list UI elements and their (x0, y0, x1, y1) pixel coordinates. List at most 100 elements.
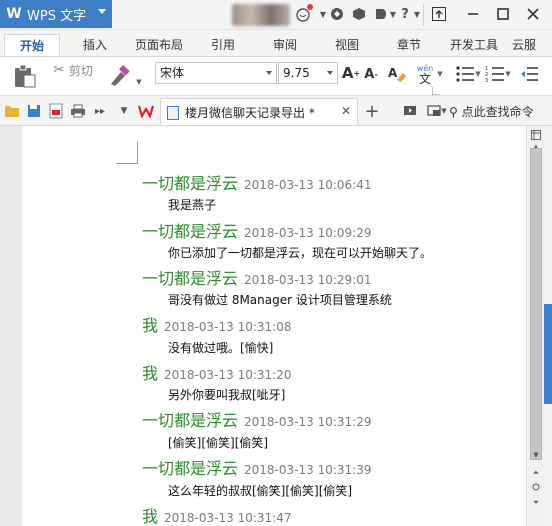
title-bar: W WPS 文字 ▼ ▼ ? ▼ (0, 0, 552, 30)
scroll-down-arrow-icon[interactable]: ▼ (529, 448, 543, 462)
sender-name: 一切都是浮云 (142, 269, 239, 288)
tab-home[interactable]: 开始 (4, 34, 60, 56)
tab-developer[interactable]: 开发工具 (444, 34, 504, 56)
chevron-down-icon (327, 71, 333, 75)
document-tab-title: 楼月微信聊天记录导出 * (185, 106, 315, 120)
grow-font-button[interactable]: A + (342, 63, 360, 83)
message-text: 你已添加了一切都是浮云，现在可以开始聊天了。 (168, 246, 433, 260)
command-search-label: 点此查找命令 (461, 105, 534, 119)
message-header: 一切都是浮云 2018-03-13 10:09:29 (142, 218, 371, 242)
wps-red-logo-icon[interactable] (138, 103, 154, 119)
separator (423, 4, 424, 26)
avatar[interactable] (232, 4, 290, 26)
numbered-list-button[interactable]: 123 (484, 63, 506, 85)
message-header: 一切都是浮云 2018-03-13 10:31:39 (142, 455, 371, 479)
timestamp: 2018-03-13 10:31:08 (164, 320, 292, 334)
margin-corner-mark (116, 142, 138, 164)
side-panel-toggle[interactable] (544, 304, 552, 404)
skin-icon[interactable] (294, 4, 313, 23)
message-header: 一切都是浮云 2018-03-13 10:29:01 (142, 265, 371, 289)
tab-page-layout[interactable]: 页面布局 (130, 34, 188, 56)
menu-bar: 开始 插入 页面布局 引用 审阅 视图 章节 开发工具 云服 (0, 30, 552, 56)
tab-sections[interactable]: 章节 (386, 34, 432, 56)
shield-icon[interactable] (328, 5, 346, 23)
document-icon (167, 106, 179, 120)
timestamp: 2018-03-13 10:31:39 (244, 463, 372, 477)
cube-icon[interactable] (350, 5, 368, 23)
tab-references[interactable]: 引用 (200, 34, 246, 56)
message-header: 一切都是浮云 2018-03-13 10:31:29 (142, 407, 371, 431)
font-size-select[interactable]: 9.75 (278, 62, 338, 84)
chevron-down-icon[interactable]: ▼ (116, 103, 132, 119)
bullet-list-button[interactable] (454, 63, 476, 85)
sender-name: 我 (142, 316, 159, 335)
svg-text:A: A (388, 66, 398, 80)
document-tab[interactable]: 楼月微信聊天记录导出 * ✕ (160, 98, 358, 125)
cut-button[interactable]: ✂ 剪切 (44, 61, 102, 79)
tab-view[interactable]: 视图 (324, 34, 370, 56)
scrollbar-thumb[interactable] (530, 148, 542, 460)
wps-logo-icon: W (6, 6, 22, 22)
message-text: 我是燕子 (168, 198, 217, 212)
command-search[interactable]: ⚲ 点此查找命令 (449, 103, 534, 120)
sender-name: 一切都是浮云 (142, 174, 239, 193)
notification-dot (307, 4, 313, 10)
message-header: 我 2018-03-13 10:31:47 (142, 503, 291, 526)
close-button[interactable] (520, 2, 546, 26)
sender-name: 我 (142, 364, 159, 383)
close-icon[interactable]: ✕ (341, 104, 351, 118)
chevron-down-icon[interactable]: ▼ (134, 77, 144, 87)
sender-name: 一切都是浮云 (142, 459, 239, 478)
timestamp: 2018-03-13 10:31:47 (164, 511, 292, 525)
next-page-icon[interactable]: ⏷ (529, 496, 543, 510)
presentation-icon[interactable] (402, 103, 418, 119)
tab-cloud[interactable]: 云服 (512, 34, 552, 56)
export-pdf-icon[interactable] (48, 103, 64, 119)
minimize-button[interactable] (460, 2, 486, 26)
app-menu-button[interactable]: W WPS 文字 (0, 0, 112, 28)
chevron-down-icon (266, 71, 272, 75)
previous-page-icon[interactable]: ⏶ (529, 466, 543, 480)
message-header: 一切都是浮云 2018-03-13 10:06:41 (142, 170, 371, 194)
restore-up-icon[interactable] (426, 2, 452, 26)
chevron-down-icon[interactable]: ▼ (504, 69, 512, 79)
chevron-down-icon (98, 9, 106, 14)
format-painter-button[interactable] (104, 61, 134, 91)
sender-name: 一切都是浮云 (142, 411, 239, 430)
tab-bar: ▸▸ ▼ 楼月微信聊天记录导出 * ✕ + ▼ ⚲ 点此查找命令 (0, 96, 552, 126)
paste-button[interactable] (10, 61, 40, 91)
timestamp: 2018-03-13 10:09:29 (244, 226, 372, 240)
timestamp: 2018-03-13 10:29:01 (244, 273, 372, 287)
message-header: 我 2018-03-13 10:31:08 (142, 312, 291, 336)
font-name-select[interactable]: 宋体 (155, 62, 277, 84)
app-name: WPS 文字 (27, 8, 87, 24)
message-header: 我 2018-03-13 10:31:20 (142, 360, 291, 384)
tab-review[interactable]: 审阅 (262, 34, 308, 56)
shrink-font-button[interactable]: A- (362, 65, 380, 83)
clear-format-button[interactable]: A (386, 63, 408, 85)
chevron-down-icon[interactable]: ▼ (474, 69, 482, 79)
open-folder-icon[interactable] (4, 103, 20, 119)
more-icon[interactable]: ▸▸ (92, 103, 108, 119)
message-text: [偷笑][偷笑][偷笑] (168, 436, 269, 450)
dialog-launcher-icon[interactable] (432, 87, 440, 95)
sender-name: 一切都是浮云 (142, 222, 239, 241)
maximize-button[interactable] (490, 2, 516, 26)
new-tab-icon[interactable]: + (364, 101, 380, 122)
timestamp: 2018-03-13 10:31:29 (244, 415, 372, 429)
cut-label: 剪切 (68, 63, 93, 78)
font-size-value: 9.75 (283, 66, 310, 80)
vertical-scrollbar[interactable]: ▲ ▼ ⏶ ⏷ (526, 126, 544, 526)
decrease-indent-button[interactable] (518, 63, 540, 85)
message-text: 这么年轻的叔叔[偷笑][偷笑][偷笑] (168, 484, 353, 498)
timestamp: 2018-03-13 10:06:41 (244, 178, 372, 192)
message-text: 另外你要叫我叔[呲牙] (168, 388, 286, 402)
phonetic-guide-button[interactable]: wén 文 (412, 61, 438, 87)
chevron-down-icon[interactable]: ▼ (436, 69, 444, 79)
browse-object-icon[interactable] (529, 480, 543, 494)
save-icon[interactable] (26, 103, 42, 119)
print-icon[interactable] (70, 103, 86, 119)
tab-insert[interactable]: 插入 (72, 34, 118, 56)
font-name-value: 宋体 (160, 66, 185, 80)
search-icon: ⚲ (449, 105, 458, 119)
